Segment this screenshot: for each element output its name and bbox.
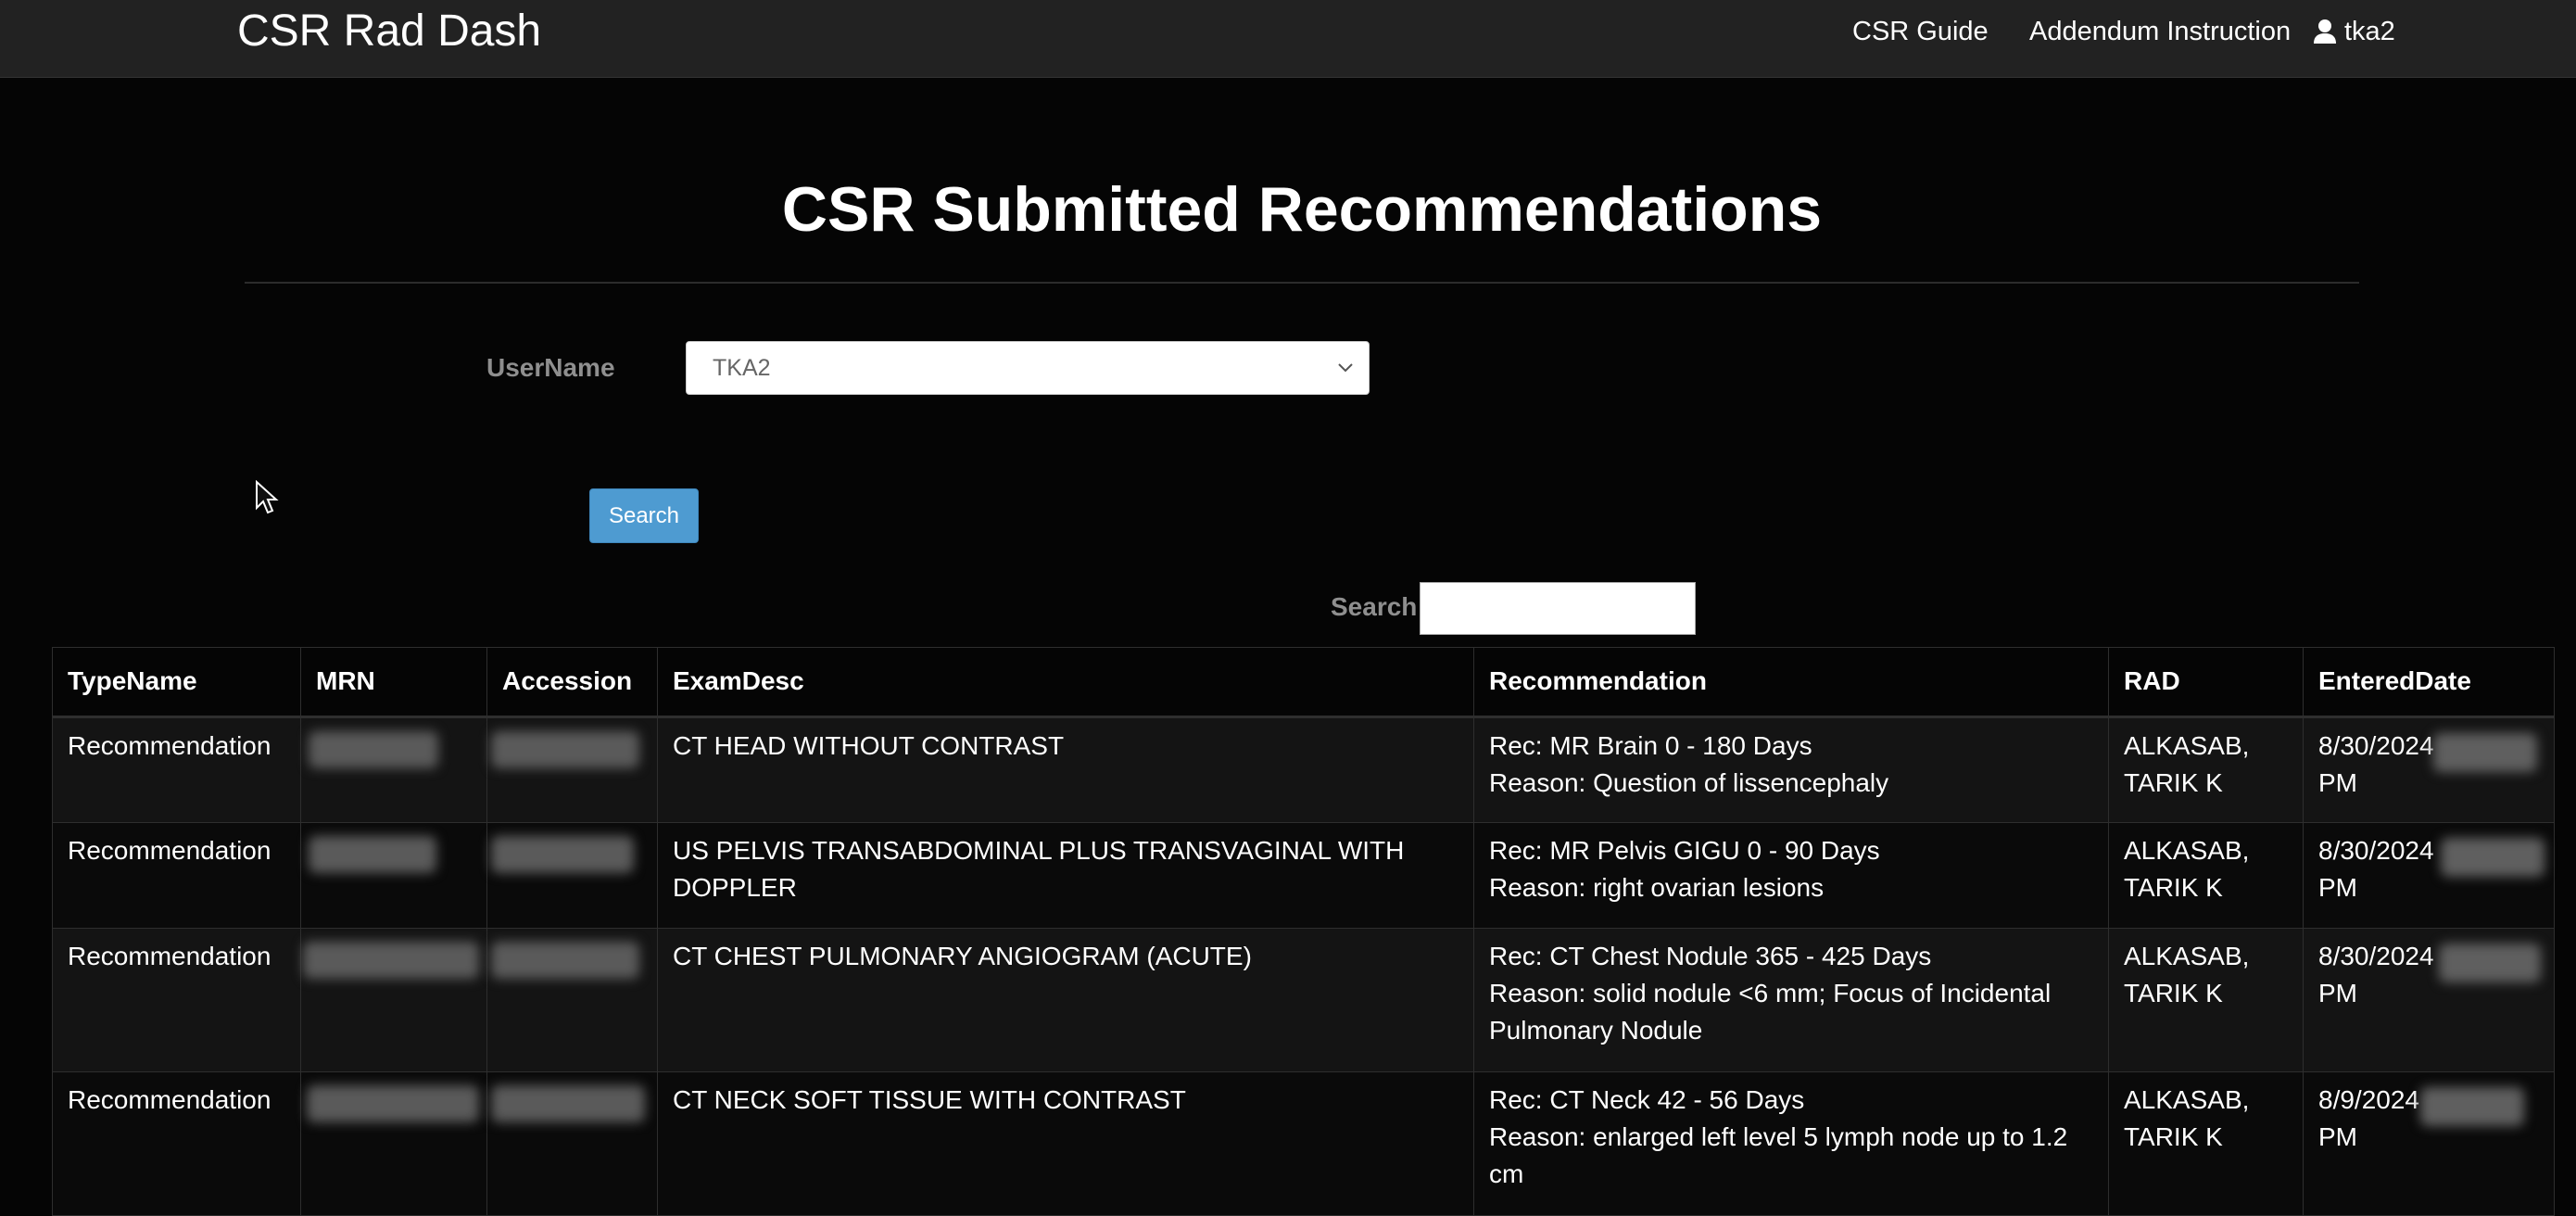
time-redacted [2420,1087,2524,1126]
rec-text: Rec: MR Brain 0 - 180 Days [1489,731,1812,760]
user-name: tka2 [2344,17,2395,46]
reason-text: Reason: enlarged left level 5 lymph node… [1489,1122,2068,1188]
table-header-row: TypeName MRN Accession ExamDesc Recommen… [52,647,2555,718]
cell-mrn-redacted [300,822,487,929]
username-select[interactable]: TKA2 [686,341,1370,395]
table-filter-label: Search: [1331,592,1426,621]
page-title: CSR Submitted Recommendations [781,174,1823,245]
cell-rad: ALKASAB, TARIK K [2108,928,2304,1072]
cell-recommendation: Rec: CT Neck 42 - 56 Days Reason: enlarg… [1473,1071,2109,1216]
cell-rad: ALKASAB, TARIK K [2108,822,2304,929]
table-row[interactable]: Recommendation CT NECK SOFT TISSUE WITH … [52,1071,2555,1216]
time-redacted [2441,838,2544,877]
rec-text: Rec: CT Chest Nodule 365 - 425 Days [1489,942,1932,970]
username-label: UserName [486,353,615,382]
cell-typename: Recommendation [52,928,301,1072]
header-examdesc[interactable]: ExamDesc [657,647,1474,718]
cell-mrn-redacted [300,928,487,1072]
cell-accession-redacted [486,822,658,929]
table-filter-input[interactable] [1420,582,1696,635]
cell-entereddate: 8/9/2024 PM [2303,1071,2555,1216]
cell-entereddate: 8/30/2024 PM [2303,716,2555,823]
brand-link[interactable]: CSR Rad Dash [237,6,541,57]
cell-mrn-redacted [300,1071,487,1216]
recommendations-table: TypeName MRN Accession ExamDesc Recommen… [52,647,2555,1216]
cell-examdesc: CT CHEST PULMONARY ANGIOGRAM (ACUTE) [657,928,1474,1072]
reason-text: Reason: solid nodule <6 mm; Focus of Inc… [1489,979,2052,1045]
reason-text: Reason: Question of lissencephaly [1489,768,1889,797]
cell-examdesc: CT NECK SOFT TISSUE WITH CONTRAST [657,1071,1474,1216]
table-row[interactable]: Recommendation CT HEAD WITHOUT CONTRAST … [52,716,2555,823]
time-redacted [2439,944,2541,982]
cell-rad: ALKASAB, TARIK K [2108,1071,2304,1216]
cell-examdesc: US PELVIS TRANSABDOMINAL PLUS TRANSVAGIN… [657,822,1474,929]
time-redacted [2433,733,2537,772]
cell-recommendation: Rec: CT Chest Nodule 365 - 425 Days Reas… [1473,928,2109,1072]
header-recommendation[interactable]: Recommendation [1473,647,2109,718]
cell-entereddate: 8/30/2024 PM [2303,822,2555,929]
chevron-down-icon [1332,342,1359,394]
title-divider [245,282,2359,284]
cell-entereddate: 8/30/2024 PM [2303,928,2555,1072]
cell-typename: Recommendation [52,822,301,929]
cell-typename: Recommendation [52,1071,301,1216]
cell-examdesc: CT HEAD WITHOUT CONTRAST [657,716,1474,823]
cell-mrn-redacted [300,716,487,823]
search-button[interactable]: Search [589,488,699,543]
user-icon [2313,19,2337,44]
navbar: CSR Rad Dash CSR Guide Addendum Instruct… [0,0,2576,78]
table-row[interactable]: Recommendation US PELVIS TRANSABDOMINAL … [52,822,2555,929]
nav-addendum-instruction[interactable]: Addendum Instruction [2029,15,2291,48]
cell-recommendation: Rec: MR Brain 0 - 180 Days Reason: Quest… [1473,716,2109,823]
cell-accession-redacted [486,1071,658,1216]
rec-text: Rec: CT Neck 42 - 56 Days [1489,1085,1805,1114]
cell-accession-redacted [486,928,658,1072]
nav-user-menu[interactable]: tka2 [2313,15,2395,48]
header-rad[interactable]: RAD [2108,647,2304,718]
nav-csr-guide[interactable]: CSR Guide [1852,15,1989,48]
rec-text: Rec: MR Pelvis GIGU 0 - 90 Days [1489,836,1880,865]
cell-recommendation: Rec: MR Pelvis GIGU 0 - 90 Days Reason: … [1473,822,2109,929]
cell-accession-redacted [486,716,658,823]
reason-text: Reason: right ovarian lesions [1489,873,1825,902]
cell-rad: ALKASAB, TARIK K [2108,716,2304,823]
username-select-value: TKA2 [713,355,771,381]
header-entereddate[interactable]: EnteredDate [2303,647,2555,718]
cell-typename: Recommendation [52,716,301,823]
mouse-cursor-icon [255,479,279,520]
header-mrn[interactable]: MRN [300,647,487,718]
header-accession[interactable]: Accession [486,647,658,718]
header-typename[interactable]: TypeName [52,647,301,718]
table-row[interactable]: Recommendation CT CHEST PULMONARY ANGIOG… [52,928,2555,1072]
